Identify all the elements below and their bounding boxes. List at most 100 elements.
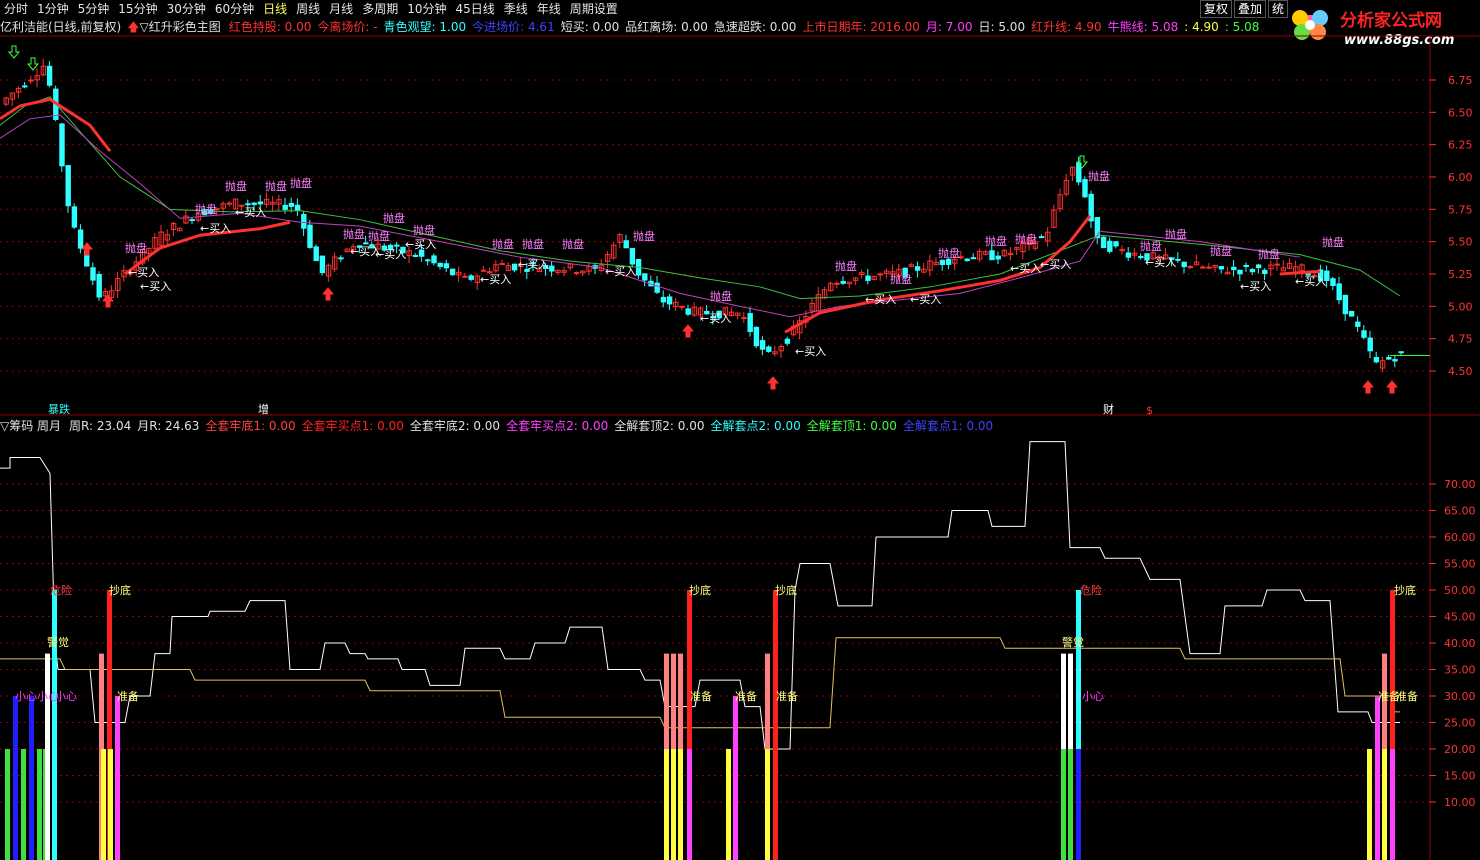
- price-tick-label: 5.00: [1448, 300, 1473, 313]
- signal-bar: [765, 749, 770, 860]
- sell-label: 抛盘: [1322, 235, 1344, 249]
- buy-label: ←买入: [140, 280, 171, 293]
- candle-body: [1138, 255, 1144, 259]
- event-marker: $: [1146, 404, 1153, 417]
- signal-bar: [726, 749, 731, 860]
- candle-body: [945, 258, 952, 265]
- up-arrow-icon: [80, 242, 94, 256]
- signal-bar: [21, 749, 26, 860]
- candle-body: [245, 203, 251, 206]
- candle-body: [319, 255, 326, 274]
- signal-bar: [678, 749, 683, 860]
- price-tick-label: 5.25: [1448, 268, 1473, 281]
- up-arrow-icon: [321, 287, 335, 301]
- candle-body: [394, 244, 400, 247]
- sub-tick-label: 60.00: [1444, 531, 1476, 544]
- sub-tick-label: 40.00: [1444, 637, 1476, 650]
- candle-body: [71, 206, 78, 228]
- candle-body: [437, 262, 443, 267]
- price-tick-label: 4.50: [1448, 365, 1473, 378]
- event-marker: 暴跌: [48, 402, 70, 416]
- danger-signal: 危险: [50, 583, 72, 597]
- price-tick-label: 6.75: [1448, 74, 1473, 87]
- candle-body: [28, 79, 34, 82]
- sub-tick-label: 55.00: [1444, 558, 1476, 571]
- signal-bar: [5, 749, 10, 860]
- sell-label: 抛盘: [290, 176, 312, 190]
- buy-label: ←买入: [910, 293, 941, 306]
- signal-bar: [671, 749, 676, 860]
- up-arrow-icon: [1361, 380, 1375, 394]
- candle-body: [189, 219, 195, 222]
- candle-body: [1125, 252, 1132, 258]
- candle-body: [685, 308, 691, 315]
- candle-body: [46, 65, 53, 86]
- up-arrow-icon: [766, 376, 780, 390]
- sell-label: 抛盘: [1210, 244, 1232, 258]
- candle-body: [573, 272, 580, 275]
- sell-label: 抛盘: [265, 179, 287, 193]
- sub-tick-label: 30.00: [1444, 690, 1476, 703]
- sell-label: 抛盘: [225, 179, 247, 193]
- sell-label: 抛盘: [633, 229, 655, 243]
- candle-body: [741, 317, 747, 320]
- event-marker: 财: [1103, 402, 1114, 416]
- bottom-signal: 抄底: [109, 583, 131, 597]
- buy-label: ←买入: [128, 266, 159, 279]
- candle-body: [654, 282, 660, 293]
- candle-body: [96, 273, 102, 298]
- alert-signal: 警觉: [1062, 635, 1084, 649]
- signal-bar: [37, 749, 42, 860]
- candle-body: [1231, 266, 1237, 271]
- sub-tick-label: 70.00: [1444, 478, 1476, 491]
- sell-label: 抛盘: [1015, 232, 1037, 246]
- signal-bar: [1068, 749, 1073, 860]
- candle-body: [449, 268, 456, 276]
- ready-signal: 准备: [1396, 689, 1418, 703]
- sell-label: 抛盘: [1088, 169, 1110, 183]
- candle-body: [1218, 266, 1225, 270]
- signal-bar: [115, 696, 120, 860]
- sell-label: 抛盘: [125, 241, 147, 255]
- candle-body: [970, 257, 977, 260]
- careful-signal: 小心: [55, 690, 77, 703]
- candle-body: [666, 296, 673, 305]
- buy-label: ←买入: [405, 238, 436, 251]
- sub-tick-label: 45.00: [1444, 611, 1476, 624]
- signal-bar: [1367, 749, 1372, 860]
- buy-label: ←买入: [795, 345, 826, 358]
- buy-label: ←买入: [1040, 258, 1071, 271]
- signal-bar: [13, 696, 18, 860]
- signal-bar: [52, 590, 57, 860]
- candle-body: [1187, 266, 1194, 269]
- candle-body: [989, 250, 995, 261]
- signal-bar: [687, 749, 692, 860]
- candle-body: [251, 202, 257, 205]
- candle-body: [939, 259, 946, 266]
- sub-tick-label: 10.00: [1444, 796, 1476, 809]
- candle-body: [59, 123, 65, 167]
- bottom-signal: 抄底: [775, 583, 797, 597]
- sell-label: 抛盘: [522, 237, 544, 251]
- candle-body: [629, 247, 636, 265]
- signal-bar: [101, 749, 106, 860]
- candle-body: [1274, 263, 1280, 266]
- sell-label: 抛盘: [890, 272, 912, 286]
- candle-body: [301, 213, 307, 229]
- candle-body: [1243, 264, 1249, 267]
- sell-label: 抛盘: [1258, 247, 1280, 261]
- sell-label: 抛盘: [835, 259, 857, 273]
- candle-body: [1175, 258, 1181, 261]
- candle-body: [418, 249, 425, 257]
- sell-label: 抛盘: [368, 229, 390, 243]
- candle-body: [1392, 359, 1398, 362]
- danger-signal: 危险: [1080, 583, 1102, 597]
- up-arrow-icon: [681, 324, 695, 338]
- chart-canvas[interactable]: 6.75 6.50 6.25 6.00 5.75 5.50 5.25 5.00 4.75 4.50…: [0, 0, 1480, 860]
- sub-tick-label: 65.00: [1444, 505, 1476, 518]
- candle-body: [642, 273, 648, 281]
- candle-body: [288, 202, 295, 207]
- signal-bar: [108, 749, 113, 860]
- sell-label: 抛盘: [985, 234, 1007, 248]
- candle-body: [1386, 357, 1392, 360]
